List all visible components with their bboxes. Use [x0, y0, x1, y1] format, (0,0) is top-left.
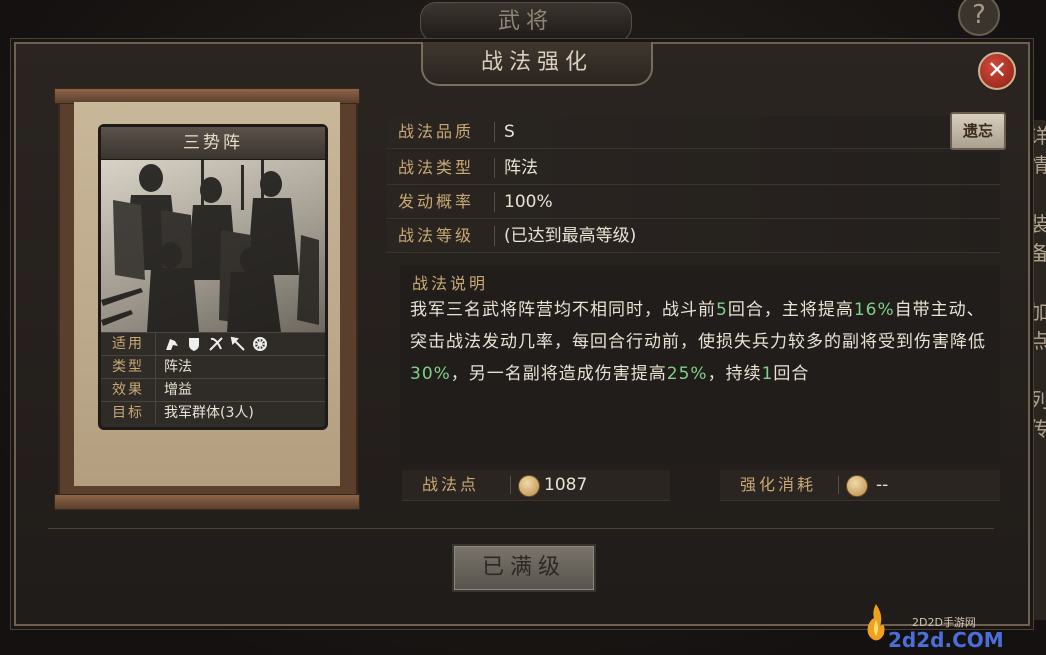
divider	[494, 158, 495, 178]
divider	[494, 192, 495, 212]
divider	[838, 476, 839, 494]
desc-highlight: 1	[761, 364, 774, 384]
tactic-stats: 适用 类型 阵法 效果 增益 目标 我军群体(3人)	[101, 332, 325, 424]
spear-icon	[230, 336, 245, 351]
tactic-scroll: 三势阵 适用 类型 阵法 效果 增益 目标 我军群体(3人)	[54, 88, 360, 510]
description-text: 我军三名武将阵营均不相同时，战斗前5回合，主将提高16%自带主动、突击战法发动几…	[410, 294, 990, 390]
type-value: 阵法	[504, 158, 538, 178]
close-button[interactable]: ✕	[978, 52, 1016, 90]
info-row-type: 战法类型 阵法	[386, 152, 1000, 185]
stat-row-applicable: 适用	[101, 332, 325, 355]
watermark-logo: 2d2d.COM	[888, 628, 1004, 652]
tactic-card: 三势阵 适用 类型 阵法 效果 增益 目标 我军群体(3人)	[98, 124, 328, 430]
siege-icon	[253, 337, 267, 351]
divider	[510, 476, 511, 494]
flame-logo-icon	[867, 604, 885, 641]
upgrade-cost-label: 强化消耗	[740, 475, 817, 494]
cavalry-icon	[166, 339, 178, 350]
stat-val-type: 阵法	[164, 359, 192, 375]
stat-row-type: 类型 阵法	[101, 355, 325, 378]
shield-icon	[189, 338, 199, 351]
window-title: 武将	[420, 2, 632, 42]
info-row-rate: 发动概率 100%	[386, 186, 1000, 219]
site-watermark: 2D2D手游网 2d2d.COM	[862, 600, 1042, 652]
quality-label: 战法品质	[398, 122, 475, 141]
divider	[494, 122, 495, 142]
desc-highlight: 30%	[410, 364, 451, 384]
info-row-quality: 战法品质 S	[386, 116, 1000, 149]
tactic-point-coin-icon	[846, 475, 868, 497]
stat-key-type: 类型	[101, 356, 156, 378]
max-level-button[interactable]: 已满级	[452, 544, 596, 592]
description-panel: 战法说明 我军三名武将阵营均不相同时，战斗前5回合，主将提高16%自带主动、突击…	[400, 266, 1000, 462]
soldiers-silhouette-icon	[101, 160, 319, 332]
section-divider	[48, 528, 994, 529]
desc-text-part: 回合	[773, 364, 810, 384]
stat-row-effect: 效果 增益	[101, 378, 325, 401]
tactic-points-label: 战法点	[422, 475, 480, 494]
rate-label: 发动概率	[398, 192, 475, 211]
stat-val-target: 我军群体(3人)	[164, 405, 254, 421]
desc-text-part: ，持续	[707, 364, 762, 384]
tactic-artwork	[101, 160, 325, 332]
upgrade-cost-row: 强化消耗 --	[720, 470, 1000, 501]
unit-icons	[156, 333, 268, 355]
tactic-points-row: 战法点 1087	[402, 470, 670, 501]
quality-value: S	[504, 122, 515, 142]
info-row-level: 战法等级 (已达到最高等级)	[386, 220, 1000, 253]
tactic-points-value: 1087	[544, 475, 588, 495]
stat-key-effect: 效果	[101, 379, 156, 401]
divider	[494, 226, 495, 246]
stat-row-target: 目标 我军群体(3人)	[101, 401, 325, 424]
desc-highlight: 16%	[853, 300, 895, 320]
bow-icon	[209, 337, 223, 351]
tactic-name: 三势阵	[101, 127, 325, 160]
desc-highlight: 25%	[666, 364, 708, 384]
scroll-rod-bottom	[54, 494, 360, 510]
tactic-point-coin-icon	[518, 475, 540, 497]
rate-value: 100%	[504, 192, 553, 212]
desc-highlight: 5	[716, 300, 728, 320]
forget-button[interactable]: 遗忘	[950, 112, 1006, 150]
desc-text-part: 回合，主将提高	[727, 300, 854, 320]
stat-val-effect: 增益	[164, 382, 192, 398]
stat-key-target: 目标	[101, 402, 156, 424]
dialog-title: 战法强化	[421, 42, 653, 86]
type-label: 战法类型	[398, 158, 475, 177]
level-value: (已达到最高等级)	[504, 226, 637, 246]
desc-text-part: ，另一名副将造成伤害提高	[450, 364, 667, 384]
desc-text-part: 我军三名武将阵营均不相同时，战斗前	[410, 300, 716, 320]
description-title: 战法说明	[412, 274, 489, 293]
level-label: 战法等级	[398, 226, 475, 245]
upgrade-cost-value: --	[876, 475, 889, 495]
stat-key-applicable: 适用	[101, 333, 156, 355]
